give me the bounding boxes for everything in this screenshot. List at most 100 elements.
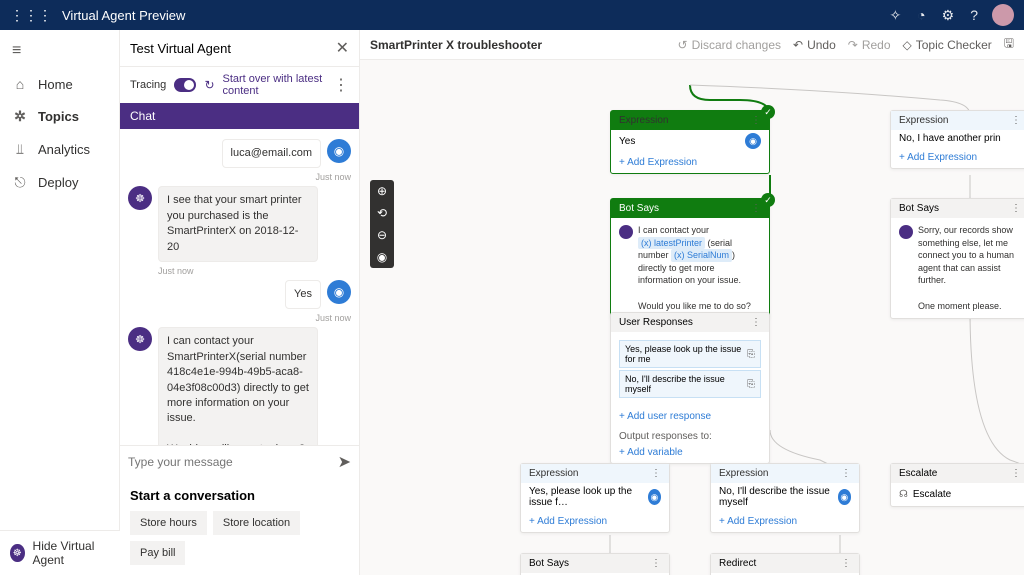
undo-icon: ↶: [793, 38, 803, 52]
add-expression[interactable]: Add Expression: [521, 511, 669, 532]
waffle-icon[interactable]: ⋮⋮⋮: [10, 7, 52, 24]
deploy-icon: ⎋: [12, 174, 28, 191]
canvas[interactable]: ✓ Expression⋮ Yes◉ Add Expression Expres…: [360, 60, 1024, 575]
node-escalate[interactable]: Escalate⋮ ☊Escalate: [890, 463, 1024, 507]
node-menu-icon[interactable]: ⋮: [1011, 468, 1021, 479]
nav-home[interactable]: ⌂Home: [0, 68, 119, 100]
node-menu-icon[interactable]: ⋮: [1011, 203, 1021, 214]
checker-icon: ◇: [903, 38, 912, 52]
node-menu-icon[interactable]: ⋮: [841, 558, 851, 569]
node-menu-icon[interactable]: ⋮: [841, 468, 851, 479]
chat-panel-title: Test Virtual Agent: [130, 41, 336, 56]
bot-msg-1: I see that your smart printer you purcha…: [158, 186, 318, 262]
top-bar: ⋮⋮⋮ Virtual Agent Preview ✧ ◔ ⚙ ?: [0, 0, 1024, 30]
variable-chip: (x) latestPrinter: [638, 237, 705, 250]
topic-checker-button[interactable]: ◇Topic Checker: [903, 38, 992, 52]
bot-mini-avatar-icon: [899, 225, 913, 239]
restart-link[interactable]: Start over with latest content: [223, 73, 326, 97]
avatar[interactable]: [992, 4, 1014, 26]
user-response-option[interactable]: No, I'll describe the issue myself⎘: [619, 370, 761, 398]
zoom-toolbar: ⊕ ⟲ ⊖ ◉: [370, 180, 394, 268]
add-variable[interactable]: Add variable: [611, 442, 769, 463]
redo-icon: ↷: [848, 38, 858, 52]
bot-mini-avatar-icon: [619, 225, 633, 239]
hide-virtual-agent-button[interactable]: ☸ Hide Virtual Agent: [0, 530, 120, 575]
node-redirect[interactable]: Redirect⋮ ☊Printer - Printer is not prin…: [710, 553, 860, 575]
help-icon[interactable]: ?: [970, 7, 978, 23]
refresh-icon[interactable]: ↻: [204, 78, 214, 92]
add-expression[interactable]: Add Expression: [611, 152, 769, 173]
variable-chip: (x) SerialNum: [671, 249, 732, 262]
escalate-icon: ☊: [899, 489, 908, 500]
bot-avatar-icon: ☸: [128, 327, 152, 351]
timestamp: Just now: [128, 313, 351, 323]
check-icon: ✓: [761, 193, 775, 207]
bot-avatar-icon: ☸: [128, 186, 152, 210]
add-user-response[interactable]: Add user response: [611, 406, 769, 427]
app-title: Virtual Agent Preview: [62, 8, 185, 23]
copy-icon[interactable]: ⎘: [747, 349, 755, 360]
node-bot-says-contact[interactable]: ✓ Bot Says⋮ I can contact your (x) lates…: [610, 198, 770, 319]
nav-topics[interactable]: ✲Topics: [0, 100, 119, 133]
discard-button[interactable]: ↺Discard changes: [678, 38, 781, 52]
chat-header: Chat: [120, 103, 359, 129]
tracing-label: Tracing: [130, 79, 166, 91]
check-icon: ✓: [761, 105, 775, 119]
zoom-out-icon[interactable]: ⊖: [377, 228, 387, 242]
add-expression[interactable]: Add Expression: [891, 147, 1024, 168]
bot-icon[interactable]: ✧: [889, 7, 901, 24]
user-mini-avatar-icon: ◉: [648, 489, 661, 505]
gear-icon[interactable]: ⚙: [942, 7, 955, 24]
start-conversation-title: Start a conversation: [130, 488, 349, 503]
undo-button[interactable]: ↶Undo: [793, 38, 836, 52]
redo-button[interactable]: ↷Redo: [848, 38, 891, 52]
chip-pay-bill[interactable]: Pay bill: [130, 541, 185, 565]
user-avatar-icon: ◉: [327, 280, 351, 304]
send-icon[interactable]: ➤: [338, 452, 351, 472]
node-menu-icon[interactable]: ⋮: [751, 203, 761, 214]
node-menu-icon[interactable]: ⋮: [1011, 115, 1021, 126]
discard-icon: ↺: [678, 38, 688, 52]
user-mini-avatar-icon: ◉: [745, 133, 761, 149]
user-response-option[interactable]: Yes, please look up the issue for me⎘: [619, 340, 761, 368]
zoom-reset-icon[interactable]: ⟲: [377, 206, 387, 220]
save-icon[interactable]: 🖫: [1004, 34, 1014, 55]
tracing-toggle[interactable]: [174, 78, 196, 92]
chat-body: luca@email.com◉ Just now ☸I see that you…: [120, 129, 359, 445]
bot-circle-icon: ☸: [10, 544, 25, 562]
close-icon[interactable]: ✕: [336, 38, 349, 58]
zoom-fit-icon[interactable]: ◉: [377, 250, 387, 264]
zoom-in-icon[interactable]: ⊕: [377, 184, 387, 198]
node-bot-says-sorry[interactable]: Bot Says⋮ Sorry, our records show someth…: [890, 198, 1024, 319]
sidebar: ≡ ⌂Home ✲Topics ⫫Analytics ⎋Deploy: [0, 30, 120, 575]
analytics-icon: ⫫: [12, 141, 28, 158]
node-menu-icon[interactable]: ⋮: [651, 558, 661, 569]
output-label: Output responses to:: [611, 427, 769, 442]
node-menu-icon[interactable]: ⋮: [651, 468, 661, 479]
add-expression[interactable]: Add Expression: [711, 511, 859, 532]
node-user-responses[interactable]: User Responses⋮ Yes, please look up the …: [610, 312, 770, 464]
node-menu-icon[interactable]: ⋮: [751, 317, 761, 328]
user-avatar-icon: ◉: [327, 139, 351, 163]
chat-input[interactable]: [128, 455, 338, 469]
chip-store-hours[interactable]: Store hours: [130, 511, 207, 535]
timestamp: Just now: [128, 172, 351, 182]
node-menu-icon[interactable]: ⋮: [751, 115, 761, 126]
node-bot-says-contacting[interactable]: Bot Says⋮ Ok, I am contacting the printe…: [520, 553, 670, 575]
nav-deploy[interactable]: ⎋Deploy: [0, 166, 119, 199]
nav-analytics[interactable]: ⫫Analytics: [0, 133, 119, 166]
copy-icon[interactable]: ⎘: [747, 379, 755, 390]
node-expression-lookup[interactable]: Expression⋮ Yes, please look up the issu…: [520, 463, 670, 533]
chip-store-location[interactable]: Store location: [213, 511, 300, 535]
user-msg-email: luca@email.com: [222, 139, 321, 168]
node-expression-no[interactable]: Expression⋮ No, I have another prin Add …: [890, 110, 1024, 169]
bell-icon[interactable]: ◔: [917, 7, 925, 23]
home-icon: ⌂: [12, 76, 28, 92]
node-expression-describe[interactable]: Expression⋮ No, I'll describe the issue …: [710, 463, 860, 533]
canvas-toolbar: SmartPrinter X troubleshooter ↺Discard c…: [360, 30, 1024, 60]
hamburger-icon[interactable]: ≡: [0, 38, 119, 68]
bot-msg-2: I can contact your SmartPrinterX(serial …: [158, 327, 318, 445]
more-icon[interactable]: ⋮: [333, 75, 349, 95]
node-expression-yes[interactable]: ✓ Expression⋮ Yes◉ Add Expression: [610, 110, 770, 174]
timestamp: Just now: [158, 266, 351, 276]
